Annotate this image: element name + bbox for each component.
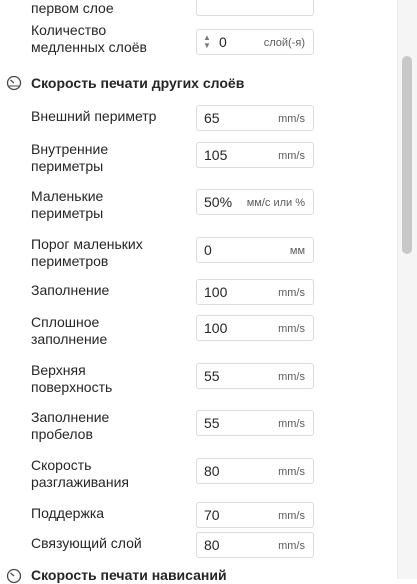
label-line2: периметров <box>31 253 109 269</box>
label-line1: Сплошное <box>31 314 100 330</box>
setting-input[interactable]: 50% мм/с или % <box>196 189 314 215</box>
slow-layers-spin-input[interactable]: ▲ ▼ 0 слой(-я) <box>196 29 314 55</box>
setting-label: первом слое <box>31 0 114 16</box>
setting-unit: mm/s <box>278 466 305 478</box>
setting-value: 70 <box>204 507 220 523</box>
section-title-overhang: Скорость печати нависаний <box>31 567 227 583</box>
setting-input[interactable]: 65 mm/s <box>196 105 314 131</box>
setting-unit: mm/s <box>278 418 305 430</box>
setting-label: Внешний периметр <box>31 108 156 125</box>
label-line1: Количество <box>31 22 107 38</box>
setting-unit: mm/s <box>278 371 305 383</box>
label-line1: Связующий слой <box>31 535 142 551</box>
label-line2: периметры <box>31 205 104 221</box>
section-title-other-layers: Скорость печати других слоёв <box>31 75 245 91</box>
scrollbar-thumb[interactable] <box>402 56 412 254</box>
speedometer-icon <box>6 75 22 91</box>
label-line1: Поддержка <box>31 505 105 521</box>
setting-unit: мм <box>289 245 305 257</box>
label-line1: Верхняя <box>31 362 86 378</box>
setting-value: 80 <box>204 463 220 479</box>
setting-unit: слой(-я) <box>263 37 305 49</box>
setting-label: Поддержка <box>31 505 104 522</box>
setting-label: Сплошное заполнение <box>31 314 107 348</box>
label-line1: Порог маленьких <box>31 236 143 252</box>
label-line2: поверхность <box>31 379 113 395</box>
stepper-arrows-icon[interactable]: ▲ ▼ <box>202 34 212 50</box>
label-line1: Маленькие <box>31 188 104 204</box>
setting-input[interactable]: 70 mm/s <box>196 502 314 528</box>
label-line2: периметры <box>31 158 104 174</box>
setting-input[interactable] <box>196 0 314 16</box>
label-line1: Скорость <box>31 457 92 473</box>
label-line1: Заполнение <box>31 282 110 298</box>
setting-input[interactable]: 80 mm/s <box>196 458 314 484</box>
setting-label: Заполнение <box>31 282 109 299</box>
label-line1: Заполнение <box>31 409 110 425</box>
setting-unit: mm/s <box>278 510 305 522</box>
setting-unit: mm/s <box>278 323 305 335</box>
label-line2: разглаживания <box>31 474 129 490</box>
setting-value: 100 <box>204 284 228 300</box>
label-line1: Внешний периметр <box>31 108 157 124</box>
setting-value: 50% <box>204 194 233 210</box>
setting-input[interactable]: 80 mm/s <box>196 532 314 558</box>
speedometer-icon <box>6 568 22 584</box>
setting-input[interactable]: 0 мм <box>196 237 314 263</box>
setting-unit: mm/s <box>278 540 305 552</box>
setting-label: Маленькие периметры <box>31 188 103 222</box>
setting-value: 105 <box>204 147 228 163</box>
setting-input[interactable]: 55 mm/s <box>196 410 314 436</box>
setting-unit: mm/s <box>278 287 305 299</box>
setting-label: Внутренние периметры <box>31 141 108 175</box>
setting-unit: мм/с или % <box>246 197 305 209</box>
setting-value: 0 <box>219 34 227 50</box>
vertical-scrollbar[interactable] <box>397 0 417 579</box>
label-line1: Внутренние <box>31 141 109 157</box>
setting-input[interactable]: 55 mm/s <box>196 363 314 389</box>
label-line2: заполнение <box>31 331 108 347</box>
setting-input[interactable]: 105 mm/s <box>196 142 314 168</box>
setting-label: Скорость разглаживания <box>31 457 129 491</box>
setting-value: 80 <box>204 537 220 553</box>
setting-label: Верхняя поверхность <box>31 362 112 396</box>
setting-input[interactable]: 100 mm/s <box>196 279 314 305</box>
setting-label: Связующий слой <box>31 535 142 552</box>
setting-value: 55 <box>204 415 220 431</box>
label-line2: пробелов <box>31 426 93 442</box>
setting-input[interactable]: 100 mm/s <box>196 315 314 341</box>
setting-label: Количество медленных слоёв <box>31 22 147 56</box>
setting-value: 55 <box>204 368 220 384</box>
setting-label: Заполнение пробелов <box>31 409 109 443</box>
setting-unit: mm/s <box>278 113 305 125</box>
setting-value: 65 <box>204 110 220 126</box>
label-line2: медленных слоёв <box>31 39 147 55</box>
setting-label: Порог маленьких периметров <box>31 236 143 270</box>
setting-value: 100 <box>204 320 228 336</box>
setting-value: 0 <box>204 242 212 258</box>
setting-unit: mm/s <box>278 150 305 162</box>
